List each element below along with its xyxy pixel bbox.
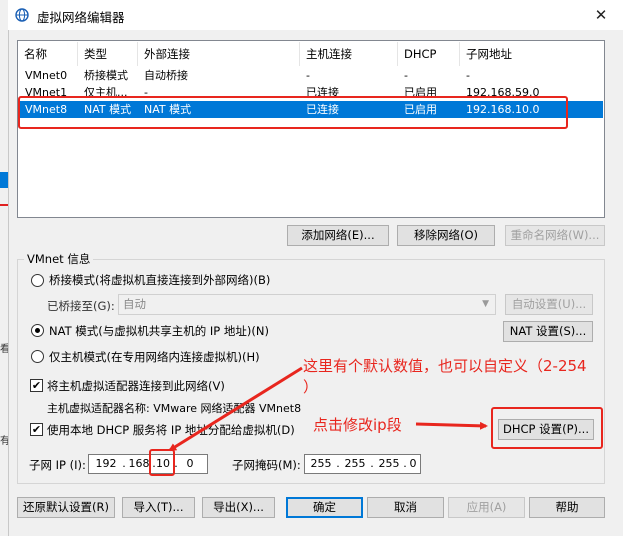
arrow-to-dhcp-button (415, 421, 488, 430)
arrow-to-ip-octet (168, 366, 303, 452)
annotation-arrows (168, 366, 488, 452)
